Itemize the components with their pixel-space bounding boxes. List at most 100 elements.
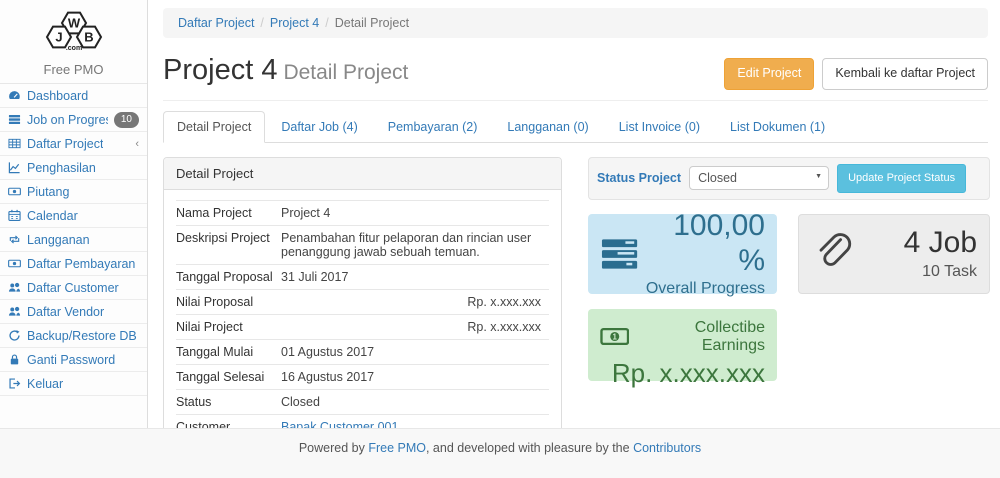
- breadcrumb: Daftar Project Project 4 Detail Project: [163, 8, 988, 38]
- status-select-wrap: Closed: [689, 166, 829, 190]
- page-title: Project 4 Detail Project: [163, 54, 408, 87]
- svg-text:1: 1: [613, 333, 618, 342]
- breadcrumb-daftar-project[interactable]: Daftar Project: [178, 16, 254, 30]
- table-row: Nama Project Project 4: [176, 200, 549, 225]
- back-to-project-list-button[interactable]: Kembali ke daftar Project: [822, 58, 988, 90]
- tab-langganan[interactable]: Langganan (0): [493, 111, 602, 143]
- sidebar-item-keluar[interactable]: Keluar: [0, 372, 147, 396]
- contributors-link[interactable]: Contributors: [633, 441, 701, 455]
- row-label: Status: [176, 389, 281, 414]
- sidebar-item-label: Calendar: [27, 209, 78, 223]
- page-title-text: Project 4: [163, 54, 277, 86]
- dashboard-icon: [8, 89, 21, 102]
- main-content: Daftar Project Project 4 Detail Project …: [148, 0, 1000, 428]
- job-count-value: 4 Job: [904, 226, 977, 261]
- detail-project-panel: Detail Project Nama Project Project 4 De…: [163, 157, 562, 429]
- sidebar-item-dashboard[interactable]: Dashboard: [0, 84, 147, 108]
- row-label: Deskripsi Project: [176, 225, 281, 264]
- status-project-form: Status Project Closed Update Project Sta…: [588, 157, 990, 200]
- row-value: Project 4: [281, 200, 549, 225]
- tab-daftar-job[interactable]: Daftar Job (4): [267, 111, 371, 143]
- sidebar-item-label: Penghasilan: [27, 161, 96, 175]
- app-window: W J B .com Free PMO Dashboard Job on Pro…: [0, 0, 1000, 478]
- sidebar-item-daftar-customer[interactable]: Daftar Customer: [0, 276, 147, 300]
- table-row: Nilai Project Rp. x.xxx.xxx: [176, 314, 549, 339]
- tab-list-invoice[interactable]: List Invoice (0): [605, 111, 714, 143]
- footer-text: Powered by: [299, 441, 368, 455]
- tab-bar: Detail Project Daftar Job (4) Pembayaran…: [163, 111, 988, 143]
- sign-out-icon: [8, 377, 21, 390]
- collectible-earnings-box: 1 Collectibe Earnings Rp. x.xxx.xxx: [588, 309, 777, 381]
- earnings-value: Rp. x.xxx.xxx: [600, 358, 765, 389]
- customer-link[interactable]: Bapak Customer 001: [281, 420, 398, 429]
- brand-logo: W J B .com Free PMO: [0, 0, 147, 83]
- sidebar-item-daftar-pembayaran[interactable]: Daftar Pembayaran: [0, 252, 147, 276]
- earnings-label: Collectibe Earnings: [629, 319, 765, 355]
- sidebar-item-calendar[interactable]: Calendar: [0, 204, 147, 228]
- row-label: Customer: [176, 414, 281, 428]
- sidebar-item-langganan[interactable]: Langganan: [0, 228, 147, 252]
- row-value: 16 Agustus 2017: [281, 364, 549, 389]
- sidebar-item-label: Daftar Project: [27, 137, 103, 151]
- sidebar-item-label: Daftar Vendor: [27, 305, 104, 319]
- sidebar-item-label: Backup/Restore DB: [27, 329, 137, 343]
- sidebar-item-backup-restore[interactable]: Backup/Restore DB: [0, 324, 147, 348]
- sidebar-item-penghasilan[interactable]: Penghasilan: [0, 156, 147, 180]
- table-row: Tanggal Mulai 01 Agustus 2017: [176, 339, 549, 364]
- retweet-icon: [8, 233, 21, 246]
- row-value: Penambahan fitur pelaporan dan rincian u…: [281, 225, 549, 264]
- calendar-icon: [8, 209, 21, 222]
- money-icon: [8, 257, 21, 270]
- job-count-badge: 10: [114, 112, 139, 128]
- job-count-box: 4 Job 10 Task: [798, 214, 990, 294]
- sidebar-item-daftar-vendor[interactable]: Daftar Vendor: [0, 300, 147, 324]
- edit-project-button[interactable]: Edit Project: [724, 58, 814, 90]
- sidebar-item-piutang[interactable]: Piutang: [0, 180, 147, 204]
- free-pmo-link[interactable]: Free PMO: [368, 441, 426, 455]
- row-label: Nilai Proposal: [176, 289, 281, 314]
- row-value: Rp. x.xxx.xxx: [281, 289, 549, 314]
- breadcrumb-project-4[interactable]: Project 4: [270, 16, 319, 30]
- sidebar-item-daftar-project[interactable]: Daftar Project ‹: [0, 132, 147, 156]
- panel-title: Detail Project: [164, 158, 561, 190]
- table-row: Nilai Proposal Rp. x.xxx.xxx: [176, 289, 549, 314]
- page-header: Project 4 Detail Project Edit Project Kem…: [163, 50, 988, 101]
- line-chart-icon: [8, 161, 21, 174]
- page-subtitle: Detail Project: [283, 61, 408, 84]
- tab-pembayaran[interactable]: Pembayaran (2): [374, 111, 492, 143]
- sidebar-item-label: Langganan: [27, 233, 90, 247]
- sidebar-nav: Dashboard Job on Progress 10 Daftar Proj…: [0, 83, 147, 396]
- sidebar-item-label: Ganti Password: [27, 353, 115, 367]
- users-icon: [8, 281, 21, 294]
- users-icon: [8, 305, 21, 318]
- overall-progress-box: 100,00 % Overall Progress: [588, 214, 777, 294]
- breadcrumb-current: Detail Project: [335, 16, 409, 30]
- tasks-icon: [600, 237, 641, 271]
- sidebar-item-job-on-progress[interactable]: Job on Progress 10: [0, 108, 147, 132]
- logo-suffix: .com: [65, 45, 81, 52]
- row-value: Rp. x.xxx.xxx: [281, 314, 549, 339]
- paperclip-icon: [811, 231, 853, 277]
- brand-name: Free PMO: [0, 62, 147, 77]
- sidebar-item-ganti-password[interactable]: Ganti Password: [0, 348, 147, 372]
- logo-letter-w: W: [67, 16, 80, 31]
- footer-text: , and developed with pleasure by the: [426, 441, 633, 455]
- overall-progress-label: Overall Progress: [641, 280, 765, 298]
- refresh-icon: [8, 329, 21, 342]
- tab-list-dokumen[interactable]: List Dokumen (1): [716, 111, 839, 143]
- row-label: Tanggal Proposal: [176, 264, 281, 289]
- sidebar-item-label: Piutang: [27, 185, 69, 199]
- status-project-select[interactable]: Closed: [689, 166, 829, 190]
- money-icon: [8, 185, 21, 198]
- sidebar: W J B .com Free PMO Dashboard Job on Pro…: [0, 0, 148, 428]
- task-count-label: 10 Task: [904, 263, 977, 281]
- page-footer: Powered by Free PMO, and developed with …: [0, 428, 1000, 478]
- table-row: Customer Bapak Customer 001: [176, 414, 549, 428]
- row-label: Nama Project: [176, 200, 281, 225]
- tab-detail-project[interactable]: Detail Project: [163, 111, 265, 143]
- update-project-status-button[interactable]: Update Project Status: [837, 164, 966, 193]
- sidebar-item-label: Keluar: [27, 377, 63, 391]
- table-icon: [8, 137, 21, 150]
- row-value: 31 Juli 2017: [281, 264, 549, 289]
- row-label: Tanggal Mulai: [176, 339, 281, 364]
